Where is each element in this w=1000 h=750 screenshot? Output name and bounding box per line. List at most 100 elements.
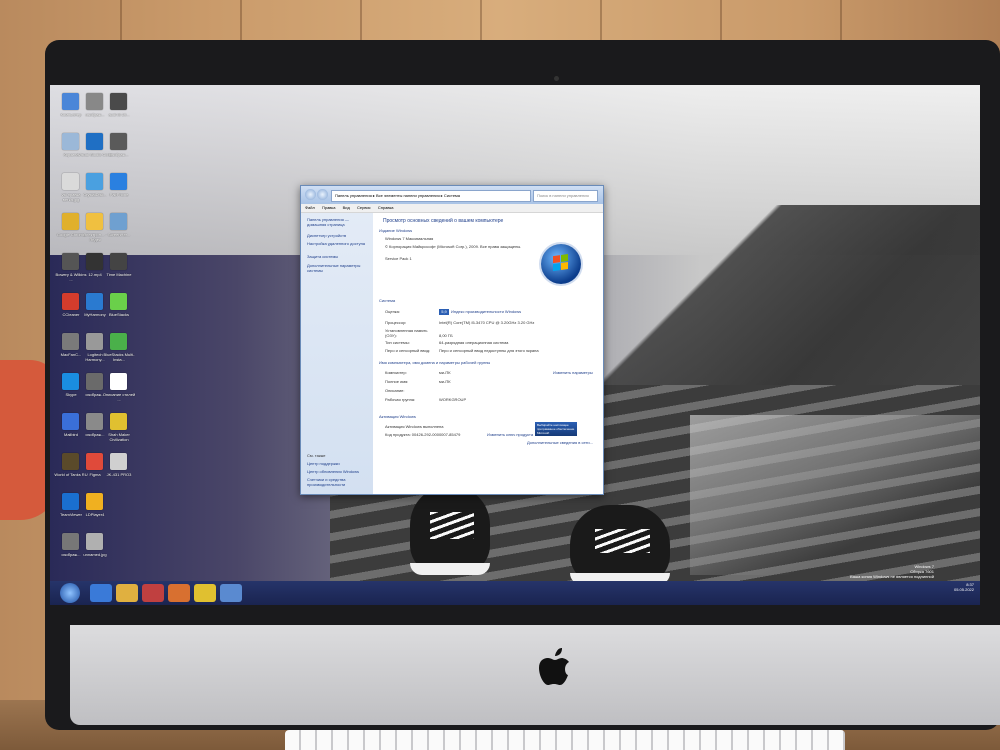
desktop-icon[interactable]: [86, 133, 103, 150]
wallpaper-shoe-left: [410, 485, 490, 575]
pen-touch-row: Перо и сенсорный ввод: Перо и сенсорный в…: [385, 348, 599, 353]
full-name-value: ми-ПК: [439, 379, 451, 384]
edition-value: Windows 7 Максимальная: [385, 236, 434, 241]
desktop-icon[interactable]: [86, 493, 103, 510]
performance-link[interactable]: Счетчики и средства производительности: [307, 477, 369, 487]
desktop-icon[interactable]: [62, 413, 79, 430]
system-window[interactable]: Панель управления ▸ Все элементы панели …: [300, 185, 604, 495]
desktop-icon-label: Описание стилей ...: [102, 392, 136, 402]
desktop-icon[interactable]: [110, 173, 127, 190]
desktop-icon[interactable]: [86, 213, 103, 230]
desktop-icon[interactable]: [62, 133, 79, 150]
left-pane: Панель управления — домашняя страница Ди…: [301, 213, 373, 494]
description-row: Описание:: [385, 388, 599, 393]
see-also-heading: См. также: [307, 453, 326, 458]
desktop-icon-label: BlueStacks: [108, 312, 129, 317]
desktop-icon[interactable]: [86, 453, 103, 470]
desktop-icon[interactable]: [86, 173, 103, 190]
desktop-icon[interactable]: [86, 253, 103, 270]
system-tray[interactable]: 8:37 05.05.2022: [914, 582, 974, 604]
desktop-icon[interactable]: [110, 333, 127, 350]
desktop-icon[interactable]: [62, 213, 79, 230]
desktop-icon[interactable]: [110, 453, 127, 470]
address-bar[interactable]: Панель управления ▸ Все элементы панели …: [331, 190, 531, 202]
forward-icon[interactable]: [317, 189, 328, 200]
pen-touch-value: Перо и сенсорный ввод недоступны для это…: [439, 348, 539, 353]
back-icon[interactable]: [305, 189, 316, 200]
menu-help[interactable]: Справка: [378, 205, 394, 210]
menu-tools[interactable]: Сервис: [357, 205, 371, 210]
workgroup-key: Рабочая группа:: [385, 397, 416, 402]
genuine-badge[interactable]: Выбирайте настоящее программное обеспече…: [535, 422, 577, 436]
desktop-icon[interactable]: [110, 93, 127, 110]
pen-touch-key: Перо и сенсорный ввод:: [385, 348, 431, 353]
workgroup-value: WORKGROUP: [439, 397, 467, 402]
menu-view[interactable]: Вид: [343, 205, 350, 210]
desktop-screen: Компьютер Корзина vst правка ветка.jpg Goog…: [50, 85, 980, 605]
taskbar: 8:37 05.05.2022: [50, 581, 980, 605]
desktop-icon-label: ScreenHer...: [107, 232, 131, 237]
search-input[interactable]: Поиск в панели управления: [533, 190, 598, 202]
more-online-link[interactable]: Дополнительные сведения в сети...: [527, 440, 597, 445]
start-button[interactable]: [60, 583, 80, 603]
page-title: Просмотр основных сведений о вашем компь…: [383, 218, 504, 224]
activation-heading: Активация Windows: [379, 414, 416, 419]
desktop-icon[interactable]: [62, 293, 79, 310]
media-taskbar-icon[interactable]: [142, 584, 164, 602]
desktop-icon[interactable]: [86, 533, 103, 550]
desktop-icon[interactable]: [86, 413, 103, 430]
desktop-icon[interactable]: [62, 173, 79, 190]
desktop-icon[interactable]: [62, 253, 79, 270]
desktop-icon[interactable]: [62, 533, 79, 550]
firefox-taskbar-icon[interactable]: [168, 584, 190, 602]
computer-key: Компьютер:: [385, 370, 407, 375]
desktop-icon-label: Time Machine: [106, 272, 132, 277]
rating-badge[interactable]: 5,9: [439, 309, 449, 315]
full-name-key: Полное имя:: [385, 379, 409, 384]
desktop-icon-label: LDPlayer4: [85, 512, 105, 517]
menu-file[interactable]: Файл: [305, 205, 315, 210]
desktop-icon[interactable]: [110, 133, 127, 150]
desktop-icon-label: audi-id-19...: [108, 112, 130, 117]
control-panel-home-link[interactable]: Панель управления — домашняя страница: [307, 217, 369, 227]
explorer-taskbar-icon[interactable]: [116, 584, 138, 602]
computer-value: ми-ПК: [439, 370, 451, 375]
chrome-taskbar-icon[interactable]: [194, 584, 216, 602]
desktop-icon[interactable]: [86, 373, 103, 390]
desktop-icon[interactable]: [110, 213, 127, 230]
desktop-icon[interactable]: [86, 293, 103, 310]
desktop-icon[interactable]: [62, 373, 79, 390]
ie-taskbar-icon[interactable]: [90, 584, 112, 602]
keyboard: [285, 730, 845, 750]
control-panel-taskbar-icon[interactable]: [220, 584, 242, 602]
device-manager-link[interactable]: Диспетчер устройств: [307, 233, 369, 238]
desktop-icon[interactable]: [62, 493, 79, 510]
remote-settings-link[interactable]: Настройка удаленного доступа: [307, 241, 369, 246]
advanced-settings-link[interactable]: Дополнительные параметры системы: [307, 263, 369, 273]
ram-value: 8,00 ГБ: [439, 333, 453, 338]
apple-logo-icon: [534, 648, 574, 688]
performance-index-link[interactable]: Индекс производительности Windows: [451, 309, 521, 314]
desktop-icon[interactable]: [86, 333, 103, 350]
edition-heading: Издание Windows: [379, 228, 413, 233]
menu-edit[interactable]: Правка: [322, 205, 336, 210]
window-titlebar[interactable]: Панель управления ▸ Все элементы панели …: [301, 186, 603, 204]
computer-name-heading: Имя компьютера, имя домена и параметры р…: [379, 360, 491, 365]
change-settings-link[interactable]: Изменить параметры: [553, 370, 593, 375]
windows-update-link[interactable]: Центр обновления Windows: [307, 469, 369, 474]
processor-row: Процессор: Intel(R) Core(TM) i5-3470 CPU …: [385, 320, 599, 325]
desktop-icon[interactable]: [110, 413, 127, 430]
full-name-row: Полное имя: ми-ПК: [385, 379, 599, 384]
desktop-icon[interactable]: [62, 453, 79, 470]
system-protection-link[interactable]: Защита системы: [307, 254, 369, 259]
desktop-icon[interactable]: [110, 373, 127, 390]
copyright-text: © Корпорация Майкрософт (Microsoft Corp.…: [385, 244, 522, 249]
desktop-icon[interactable]: [86, 93, 103, 110]
action-center-link[interactable]: Центр поддержки: [307, 461, 369, 466]
desktop-icon[interactable]: [62, 333, 79, 350]
desktop-icon[interactable]: [110, 253, 127, 270]
system-heading: Система: [379, 298, 396, 303]
desktop-icon[interactable]: [110, 293, 127, 310]
product-code: Код продукта: 00426-292-0000007-85479: [385, 432, 461, 437]
desktop-icon[interactable]: [62, 93, 79, 110]
